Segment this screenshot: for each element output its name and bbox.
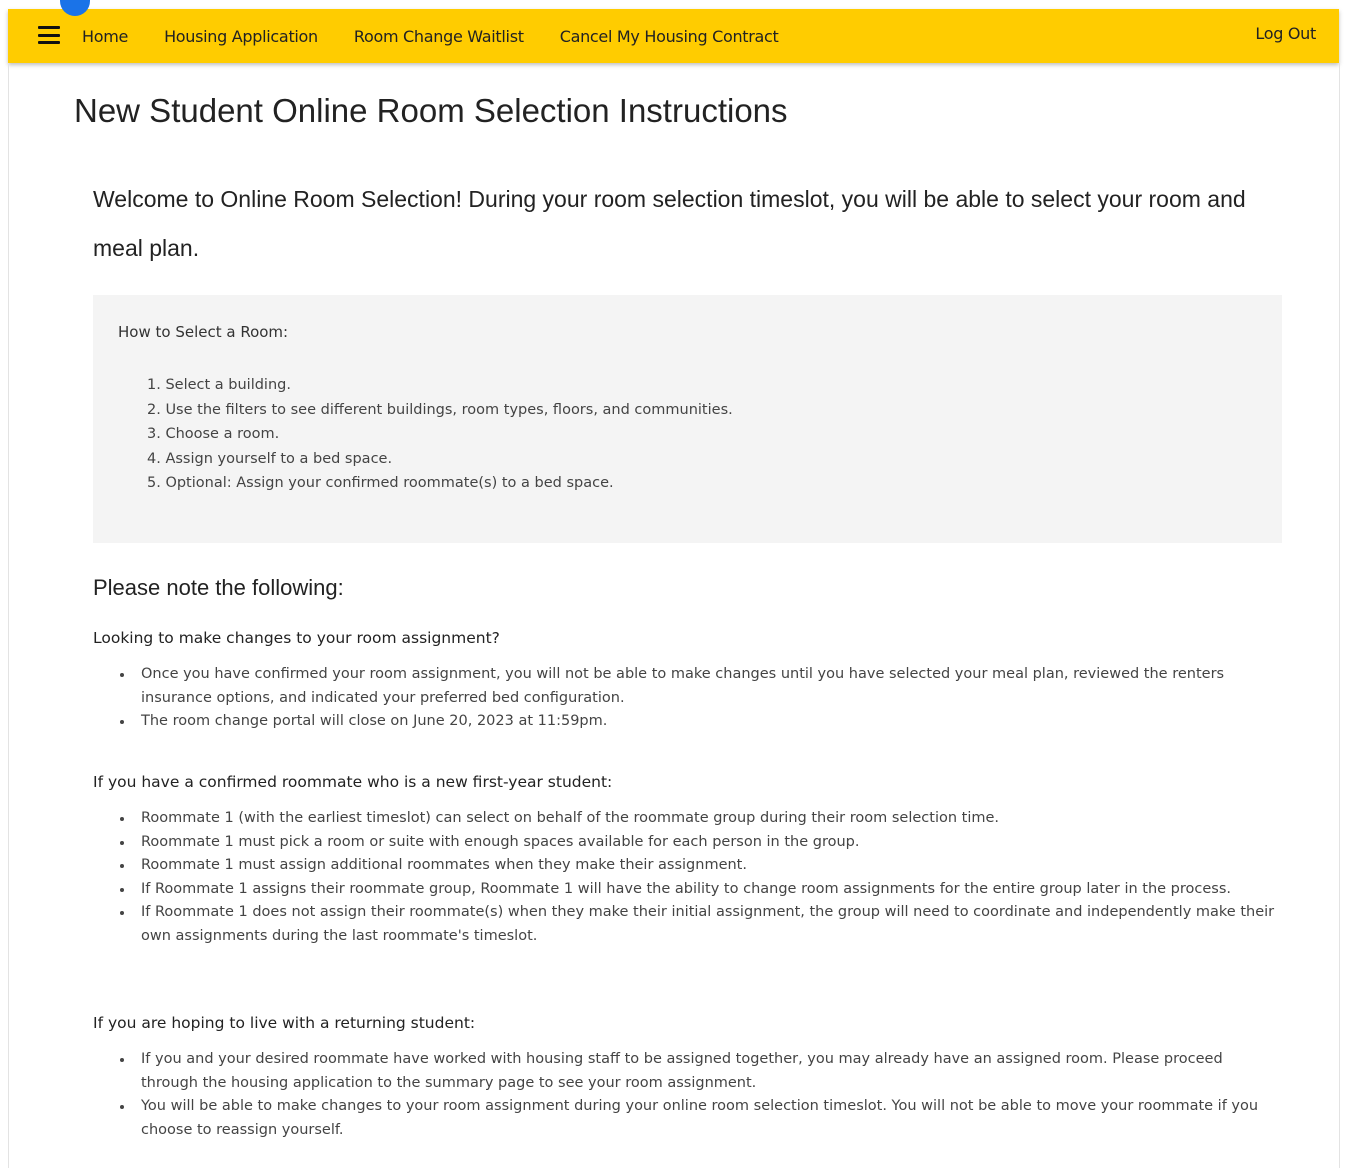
list-item: Roommate 1 must assign additional roomma…: [118, 854, 1278, 878]
step-item: 2. Use the filters to see different buil…: [147, 401, 733, 418]
section-heading-changes: Looking to make changes to your room ass…: [93, 629, 500, 647]
list-item: You will be able to make changes to your…: [118, 1095, 1278, 1142]
step-item: 4. Assign yourself to a bed space.: [147, 450, 393, 467]
nav-cancel-housing-contract[interactable]: Cancel My Housing Contract: [560, 27, 779, 46]
list-item: Roommate 1 must pick a room or suite wit…: [118, 831, 1278, 855]
first-year-list: Roommate 1 (with the earliest timeslot) …: [118, 807, 1278, 948]
how-to-select-box: How to Select a Room: 1. Select a buildi…: [93, 295, 1282, 543]
returning-list: If you and your desired roommate have wo…: [118, 1048, 1278, 1142]
step-item: 3. Choose a room.: [147, 426, 280, 442]
list-item: If you and your desired roommate have wo…: [118, 1048, 1278, 1095]
step-item: 5. Optional: Assign your confirmed roomm…: [147, 475, 614, 491]
list-item: Roommate 1 (with the earliest timeslot) …: [118, 807, 1278, 831]
nav-links: Home Housing Application Room Change Wai…: [82, 9, 779, 63]
nav-housing-application[interactable]: Housing Application: [164, 27, 318, 46]
section-heading-first-year: If you have a confirmed roommate who is …: [93, 773, 613, 791]
how-to-title: How to Select a Room:: [118, 323, 289, 341]
nav-room-change-waitlist[interactable]: Room Change Waitlist: [354, 27, 524, 46]
list-item: Once you have confirmed your room assign…: [118, 663, 1278, 710]
changes-list: Once you have confirmed your room assign…: [118, 663, 1278, 734]
how-to-steps: 1. Select a building. 2. Use the filters…: [147, 373, 733, 496]
page-title: New Student Online Room Selection Instru…: [74, 92, 788, 129]
list-item: If Roommate 1 assigns their roommate gro…: [118, 878, 1278, 902]
nav-home[interactable]: Home: [82, 27, 128, 46]
step-item: 1. Select a building.: [147, 377, 291, 393]
list-item: The room change portal will close on Jun…: [118, 710, 1278, 734]
section-heading-returning: If you are hoping to live with a returni…: [93, 1014, 476, 1032]
list-item: If Roommate 1 does not assign their room…: [118, 901, 1278, 948]
notes-heading: Please note the following:: [93, 575, 344, 600]
hamburger-menu-icon[interactable]: [38, 26, 60, 44]
logout-link[interactable]: Log Out: [1255, 24, 1316, 43]
top-nav-bar: Home Housing Application Room Change Wai…: [8, 0, 1339, 63]
welcome-text: Welcome to Online Room Selection! During…: [93, 186, 1246, 261]
